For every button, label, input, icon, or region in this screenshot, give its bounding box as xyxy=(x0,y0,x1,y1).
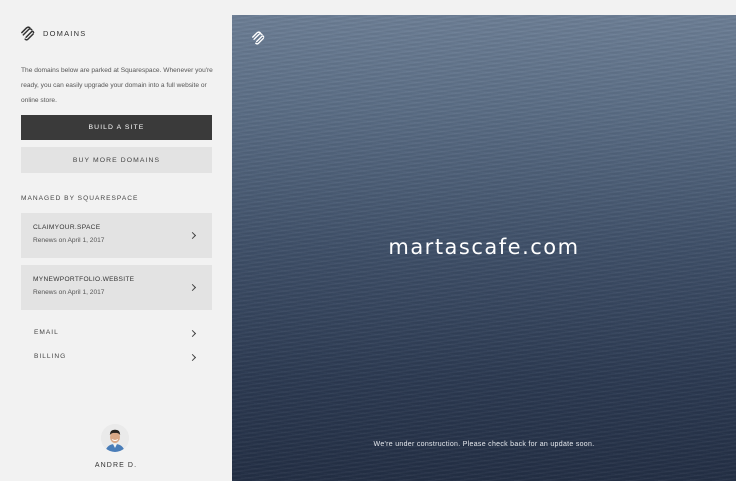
buy-more-domains-button[interactable]: BUY MORE DOMAINS xyxy=(21,147,212,173)
domain-name: MYNEWPORTFOLIO.WEBSITE xyxy=(33,276,135,283)
user-name: ANDRE D. xyxy=(94,462,138,469)
chevron-right-icon xyxy=(188,329,197,338)
squarespace-logo-icon xyxy=(252,31,265,45)
preview-domain-title: martascafe.com xyxy=(388,235,580,259)
email-link[interactable]: EMAIL xyxy=(21,326,212,340)
construction-message: We're under construction. Please check b… xyxy=(373,441,595,448)
domain-renewal: Renews on April 1, 2017 xyxy=(33,237,105,244)
billing-label: BILLING xyxy=(34,353,67,360)
chevron-right-icon xyxy=(188,353,197,362)
squarespace-logo-icon[interactable] xyxy=(20,25,35,41)
domain-name: CLAIMYOUR.SPACE xyxy=(33,224,101,231)
billing-link[interactable]: BILLING xyxy=(21,350,212,364)
managed-section-label: MANAGED BY SQUARESPACE xyxy=(21,195,139,202)
email-label: EMAIL xyxy=(34,329,59,336)
sidebar: DOMAINS The domains below are parked at … xyxy=(0,0,232,481)
sidebar-header: DOMAINS xyxy=(20,25,86,41)
domain-renewal: Renews on April 1, 2017 xyxy=(33,289,105,296)
avatar[interactable] xyxy=(101,424,129,452)
intro-text: The domains below are parked at Squaresp… xyxy=(21,67,213,104)
domain-card-claimyour-space[interactable]: CLAIMYOUR.SPACE Renews on April 1, 2017 xyxy=(21,213,212,258)
build-site-button[interactable]: BUILD A SITE xyxy=(21,115,212,140)
chevron-right-icon xyxy=(188,283,197,292)
site-preview: martascafe.com We're under construction.… xyxy=(232,15,736,481)
sidebar-title: DOMAINS xyxy=(43,28,87,38)
chevron-right-icon xyxy=(188,231,197,240)
user-avatar-icon xyxy=(101,424,129,452)
domain-card-mynewportfolio-website[interactable]: MYNEWPORTFOLIO.WEBSITE Renews on April 1… xyxy=(21,265,212,310)
